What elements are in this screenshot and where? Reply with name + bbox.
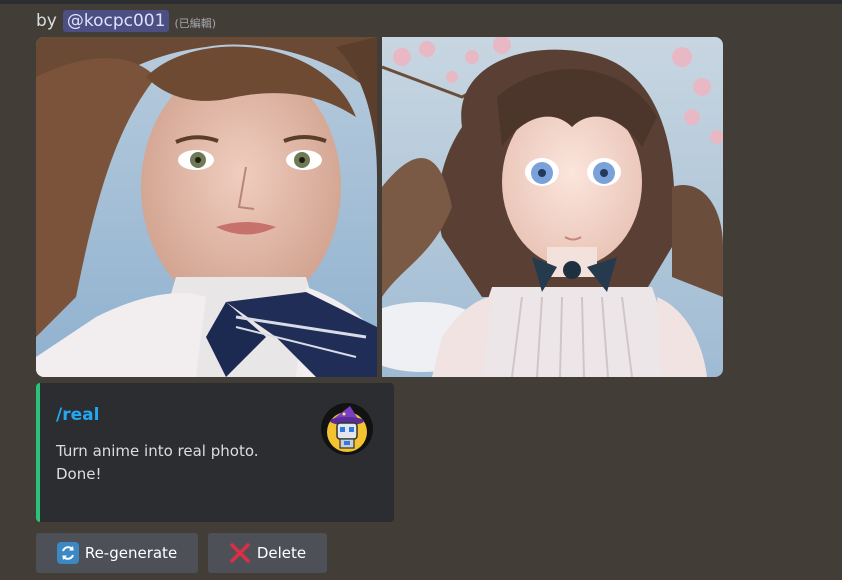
- generated-image-real[interactable]: [36, 37, 377, 377]
- regenerate-button[interactable]: Re-generate: [36, 533, 198, 573]
- generated-image-anime[interactable]: [382, 37, 723, 377]
- photo-real-illustration: [36, 37, 377, 377]
- embed-description-line-2: Done!: [56, 465, 102, 483]
- edited-label: (已編輯): [174, 17, 217, 30]
- user-mention[interactable]: @kocpc001: [62, 10, 170, 32]
- regenerate-button-label: Re-generate: [84, 544, 178, 562]
- delete-button[interactable]: Delete: [208, 533, 327, 573]
- bot-embed: /real Turn anime into real photo. Done!: [36, 383, 394, 522]
- embed-description-line-1: Turn anime into real photo.: [56, 442, 259, 460]
- robot-wizard-avatar-icon[interactable]: [320, 402, 374, 456]
- by-label: by: [36, 11, 57, 31]
- top-divider: [0, 0, 842, 4]
- delete-button-label: Delete: [256, 544, 307, 562]
- cross-mark-icon: [229, 542, 251, 564]
- anime-illustration: [382, 37, 723, 377]
- embed-description: Turn anime into real photo. Done!: [56, 440, 259, 486]
- embed-title[interactable]: /real: [56, 405, 99, 425]
- author-byline: by @kocpc001 (已編輯): [36, 9, 216, 33]
- arrows-counterclockwise-icon: [56, 542, 79, 564]
- embed-accent-bar: [36, 383, 40, 522]
